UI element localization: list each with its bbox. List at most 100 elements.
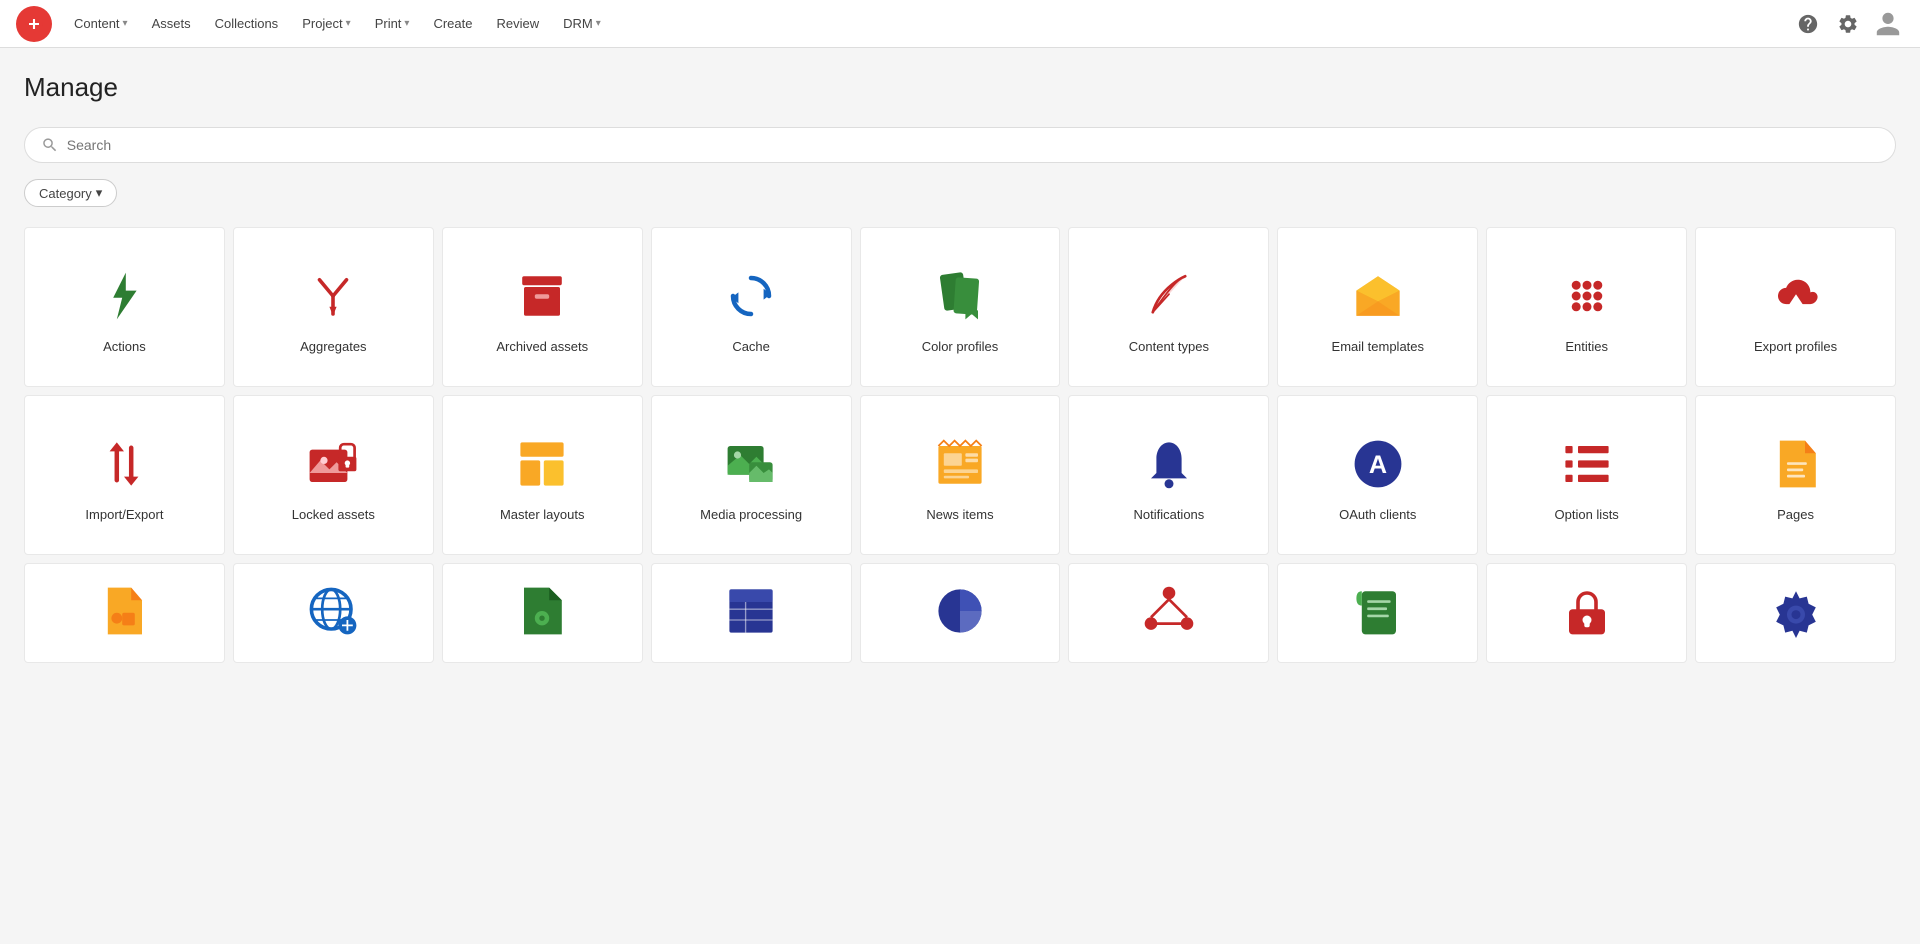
- image-lock-icon: [306, 437, 360, 491]
- card-master-layouts[interactable]: Master layouts: [442, 395, 643, 555]
- arrows-updown-icon: [97, 437, 151, 491]
- card-r3-1[interactable]: [24, 563, 225, 663]
- nav-create[interactable]: Create: [423, 10, 482, 37]
- card-export-profiles[interactable]: Export profiles: [1695, 227, 1896, 387]
- card-option-lists-label: Option lists: [1555, 507, 1619, 522]
- card-r3-3[interactable]: [442, 563, 643, 663]
- card-cache[interactable]: Cache: [651, 227, 852, 387]
- navbar: Content ▾ Assets Collections Project ▾ P…: [0, 0, 1920, 48]
- card-r3-8[interactable]: [1486, 563, 1687, 663]
- gear-icon: [1769, 584, 1823, 638]
- search-bar: [24, 127, 1896, 163]
- card-archived-assets[interactable]: Archived assets: [442, 227, 643, 387]
- card-news-items-label: News items: [926, 507, 993, 522]
- card-locked-assets[interactable]: Locked assets: [233, 395, 434, 555]
- nav-items: Content ▾ Assets Collections Project ▾ P…: [64, 10, 1792, 37]
- card-r3-4[interactable]: [651, 563, 852, 663]
- search-icon: [41, 136, 59, 154]
- card-locked-assets-label: Locked assets: [292, 507, 375, 522]
- lightning-icon: [97, 269, 151, 323]
- media-image-icon: [724, 437, 778, 491]
- card-aggregates-label: Aggregates: [300, 339, 367, 354]
- content-dropdown-arrow: ▾: [123, 18, 128, 29]
- merge-arrows-icon: [306, 269, 360, 323]
- news-icon: [933, 437, 987, 491]
- nav-project[interactable]: Project ▾: [292, 10, 361, 37]
- card-archived-assets-label: Archived assets: [496, 339, 588, 354]
- document-icon: [1769, 437, 1823, 491]
- card-email-templates-label: Email templates: [1332, 339, 1424, 354]
- network-icon: [1142, 584, 1196, 638]
- card-cache-label: Cache: [732, 339, 770, 354]
- card-r3-6[interactable]: [1068, 563, 1269, 663]
- card-email-templates[interactable]: Email templates: [1277, 227, 1478, 387]
- card-r3-9[interactable]: [1695, 563, 1896, 663]
- nav-right: [1792, 8, 1904, 40]
- refresh-icon: [724, 269, 778, 323]
- manage-grid-row2: Import/Export Locked assets Master lay: [24, 395, 1896, 555]
- card-color-profiles[interactable]: Color profiles: [860, 227, 1061, 387]
- nav-collections[interactable]: Collections: [205, 10, 289, 37]
- card-r3-2[interactable]: [233, 563, 434, 663]
- card-news-items[interactable]: News items: [860, 395, 1061, 555]
- card-content-types[interactable]: Content types: [1068, 227, 1269, 387]
- layout-icon: [515, 437, 569, 491]
- card-color-profiles-label: Color profiles: [922, 339, 999, 354]
- category-button[interactable]: Category ▾: [24, 179, 117, 207]
- card-entities[interactable]: Entities: [1486, 227, 1687, 387]
- padlock-icon: [1560, 584, 1614, 638]
- settings-button[interactable]: [1832, 8, 1864, 40]
- nav-assets[interactable]: Assets: [142, 10, 201, 37]
- card-notifications-label: Notifications: [1133, 507, 1204, 522]
- grid-dots-icon: [1560, 269, 1614, 323]
- card-aggregates[interactable]: Aggregates: [233, 227, 434, 387]
- page-title: Manage: [24, 72, 1896, 103]
- card-actions[interactable]: Actions: [24, 227, 225, 387]
- user-avatar[interactable]: [1872, 8, 1904, 40]
- envelope-open-icon: [1351, 269, 1405, 323]
- card-media-processing[interactable]: Media processing: [651, 395, 852, 555]
- list-options-icon: [1560, 437, 1614, 491]
- bell-icon: [1142, 437, 1196, 491]
- card-oauth-clients[interactable]: A OAuth clients: [1277, 395, 1478, 555]
- archive-box-icon: [515, 269, 569, 323]
- print-dropdown-arrow: ▾: [404, 18, 409, 29]
- manage-grid-row1: Actions Aggregates Archived assets: [24, 227, 1896, 387]
- drm-dropdown-arrow: ▾: [596, 18, 601, 29]
- card-pages-label: Pages: [1777, 507, 1814, 522]
- card-r3-7[interactable]: [1277, 563, 1478, 663]
- svg-text:A: A: [1369, 451, 1387, 479]
- card-oauth-clients-label: OAuth clients: [1339, 507, 1416, 522]
- pie-chart-icon: [933, 584, 987, 638]
- card-notifications[interactable]: Notifications: [1068, 395, 1269, 555]
- page-content: Manage Category ▾ Actions Aggre: [0, 48, 1920, 687]
- nav-content[interactable]: Content ▾: [64, 10, 138, 37]
- card-r3-5[interactable]: [860, 563, 1061, 663]
- card-option-lists[interactable]: Option lists: [1486, 395, 1687, 555]
- help-button[interactable]: [1792, 8, 1824, 40]
- card-actions-label: Actions: [103, 339, 146, 354]
- search-input[interactable]: [67, 137, 1879, 153]
- cloud-download-icon: [1769, 269, 1823, 323]
- card-entities-label: Entities: [1565, 339, 1608, 354]
- card-import-export[interactable]: Import/Export: [24, 395, 225, 555]
- project-dropdown-arrow: ▾: [346, 18, 351, 29]
- card-pages[interactable]: Pages: [1695, 395, 1896, 555]
- nav-drm[interactable]: DRM ▾: [553, 10, 611, 37]
- card-export-profiles-label: Export profiles: [1754, 339, 1837, 354]
- card-import-export-label: Import/Export: [85, 507, 163, 522]
- scroll-doc-icon: [1351, 584, 1405, 638]
- nav-print[interactable]: Print ▾: [365, 10, 420, 37]
- nav-review[interactable]: Review: [486, 10, 549, 37]
- card-master-layouts-label: Master layouts: [500, 507, 585, 522]
- card-media-processing-label: Media processing: [700, 507, 802, 522]
- category-dropdown-arrow: ▾: [96, 185, 103, 201]
- app-logo[interactable]: [16, 6, 52, 42]
- bookmark-tags-icon: [933, 269, 987, 323]
- feather-icon: [1142, 269, 1196, 323]
- doc-puzzle-icon: [97, 584, 151, 638]
- card-content-types-label: Content types: [1129, 339, 1209, 354]
- globe-gear-icon: [306, 584, 360, 638]
- doc-gear-icon: [515, 584, 569, 638]
- table-list-icon: [724, 584, 778, 638]
